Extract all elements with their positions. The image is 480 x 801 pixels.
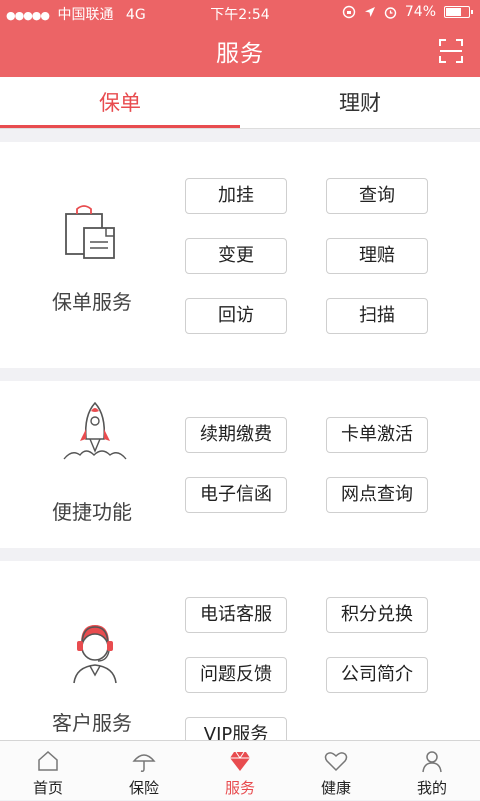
person-icon: [422, 751, 442, 773]
battery-icon: [444, 6, 473, 18]
alarm-icon: [384, 6, 397, 19]
nav-label: 首页: [32, 779, 63, 797]
nav-item-service[interactable]: 服务: [192, 741, 288, 801]
company-profile-button[interactable]: 公司简介: [326, 657, 428, 693]
nav-label: 保险: [128, 779, 159, 797]
nav-label: 健康: [320, 779, 351, 797]
tab-bar: 保单 理财: [0, 77, 480, 129]
umbrella-icon: [132, 754, 156, 772]
diamond-icon: [230, 751, 250, 771]
nav-item-mine[interactable]: 我的: [384, 741, 480, 801]
nav-label: 我的: [416, 779, 447, 797]
section-label: 客户服务: [52, 711, 132, 735]
lock-rotation-icon: [342, 5, 356, 19]
scan-button[interactable]: 扫描: [326, 298, 428, 334]
query-button[interactable]: 查询: [326, 178, 428, 214]
nav-item-health[interactable]: 健康: [288, 741, 384, 801]
section-label: 保单服务: [52, 290, 132, 314]
tab-bar-divider: [0, 128, 480, 129]
battery-fill: [446, 8, 461, 16]
policy-service-section: 保单服务 加挂 查询 变更 理赔 回访 扫描: [0, 142, 480, 368]
points-exchange-button[interactable]: 积分兑换: [326, 597, 428, 633]
status-bar: ●●●●● 中国联通 4G 下午2:54 74%: [0, 0, 480, 26]
nav-label: 服务: [224, 779, 255, 797]
card-activation-button[interactable]: 卡单激活: [326, 417, 428, 453]
renewal-payment-button[interactable]: 续期缴费: [185, 417, 287, 453]
rocket-icon: [63, 401, 127, 460]
change-button[interactable]: 变更: [185, 238, 287, 274]
status-right: 74%: [342, 4, 473, 20]
app-header: ●●●●● 中国联通 4G 下午2:54 74% 服务: [0, 0, 480, 77]
feedback-button[interactable]: 问题反馈: [185, 657, 287, 693]
heart-icon: [324, 752, 348, 772]
nav-item-home[interactable]: 首页: [0, 741, 96, 801]
customer-service-icon: [73, 625, 117, 684]
add-policy-button[interactable]: 加挂: [185, 178, 287, 214]
document-bag-icon: [65, 205, 115, 259]
scan-icon[interactable]: [438, 38, 464, 64]
section-label: 便捷功能: [52, 500, 132, 524]
bottom-navigation: 首页 保险 服务 健康 我的: [0, 740, 480, 800]
nav-item-insurance[interactable]: 保险: [96, 741, 192, 801]
page-title: 服务: [216, 41, 264, 67]
phone-support-button[interactable]: 电话客服: [185, 597, 287, 633]
location-arrow-icon: [364, 7, 375, 17]
e-letter-button[interactable]: 电子信函: [185, 477, 287, 513]
branch-query-button[interactable]: 网点查询: [326, 477, 428, 513]
quick-functions-section: 便捷功能 续期缴费 卡单激活 电子信函 网点查询: [0, 381, 480, 548]
claim-button[interactable]: 理赔: [326, 238, 428, 274]
battery-percentage: 74%: [404, 4, 436, 20]
home-icon: [38, 750, 58, 771]
customer-service-section: 客户服务 电话客服 积分兑换 问题反馈 公司简介 VIP服务: [0, 561, 480, 740]
tab-finance[interactable]: 理财: [240, 77, 480, 129]
tab-policy[interactable]: 保单: [0, 77, 240, 129]
vip-service-button[interactable]: VIP服务: [185, 717, 287, 740]
revisit-button[interactable]: 回访: [185, 298, 287, 334]
